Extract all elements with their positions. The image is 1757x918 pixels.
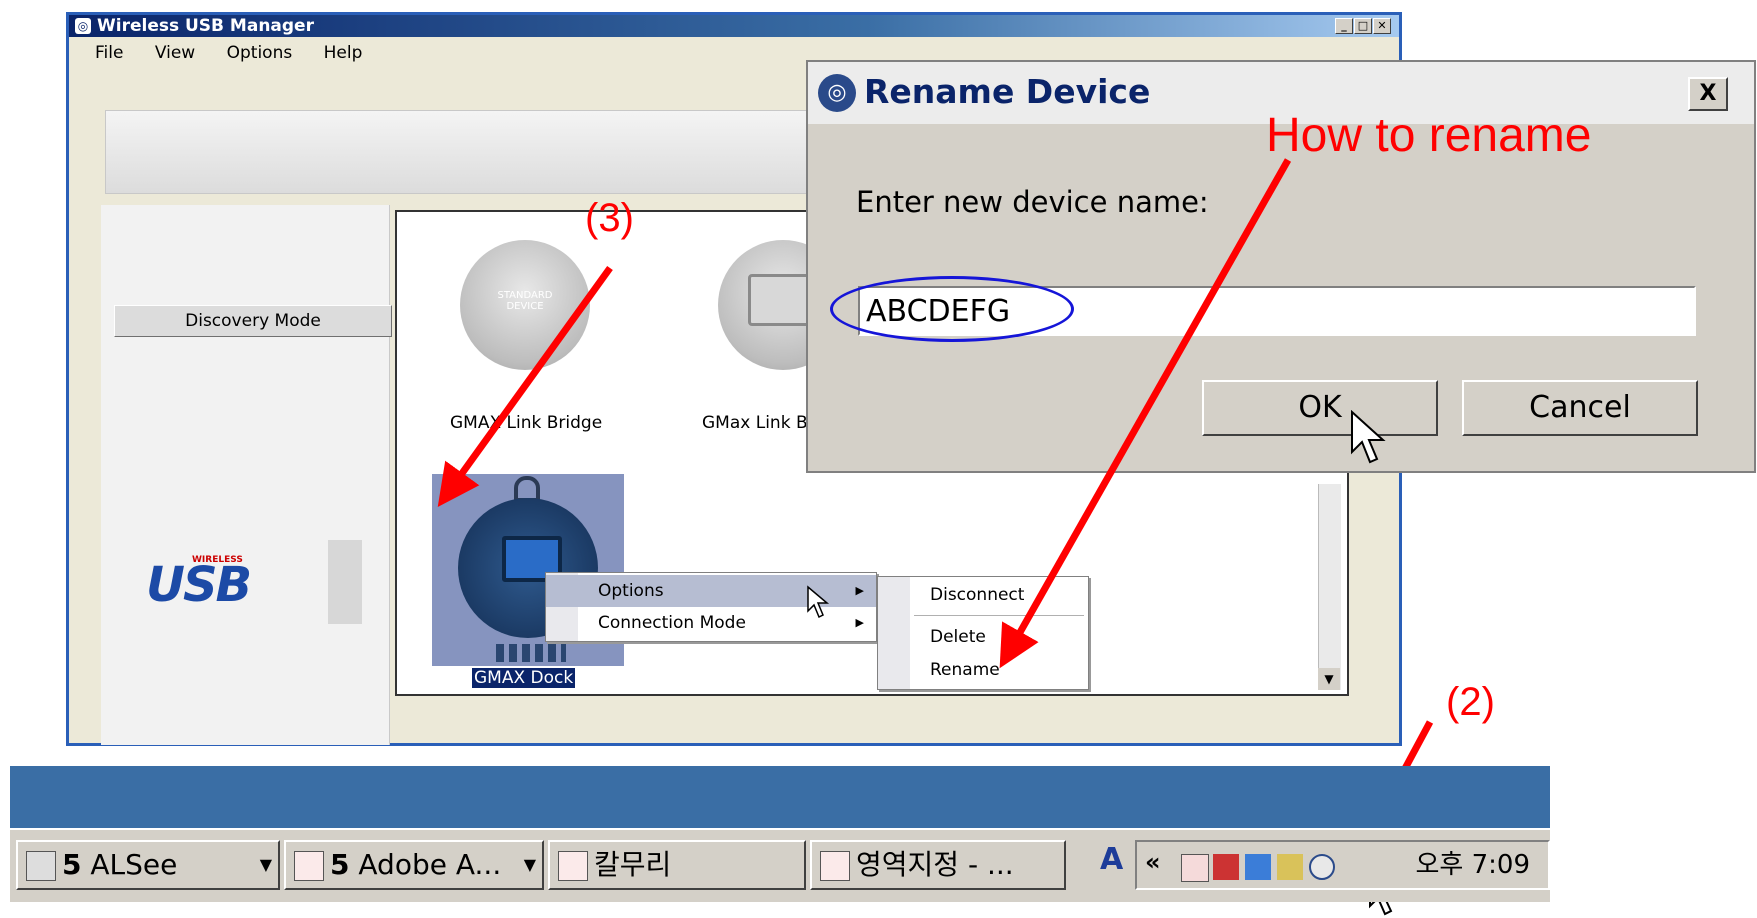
app-icon xyxy=(558,851,588,881)
system-tray: « 오후 7:09 xyxy=(1135,840,1550,890)
group-count: 5 xyxy=(62,848,82,881)
alsee-icon xyxy=(26,851,56,881)
taskbar-button-alsee[interactable]: 5 ALSee ▼ xyxy=(16,840,280,890)
taskbar-button-region[interactable]: 영역지정 - ... xyxy=(810,840,1066,890)
app-icon xyxy=(820,851,850,881)
taskbar-button-label: 칼무리 xyxy=(594,848,672,881)
language-indicator[interactable]: A xyxy=(1100,842,1123,877)
adobe-icon xyxy=(294,851,324,881)
dropdown-arrow-icon: ▼ xyxy=(523,855,536,874)
network-icon[interactable] xyxy=(1245,854,1271,880)
dropdown-arrow-icon: ▼ xyxy=(259,855,272,874)
taskbar-button-kalmuri[interactable]: 칼무리 xyxy=(548,840,806,890)
taskbar-button-label: ALSee xyxy=(90,848,178,881)
mouse-cursor-icon xyxy=(807,585,830,619)
taskbar-button-label: Adobe A... xyxy=(358,848,502,881)
desktop-band xyxy=(10,766,1550,828)
mouse-cursor-icon xyxy=(1351,410,1386,464)
arrow-to-dock xyxy=(437,265,613,508)
arrow-to-rename xyxy=(999,158,1292,669)
network-disconnected-icon[interactable] xyxy=(1213,854,1239,880)
tray-app-icon[interactable] xyxy=(1181,854,1209,882)
taskbar-button-adobe[interactable]: 5 Adobe A... ▼ xyxy=(284,840,544,890)
taskbar: 5 ALSee ▼ 5 Adobe A... ▼ 칼무리 영역지정 - ... … xyxy=(10,828,1550,902)
group-count: 5 xyxy=(330,848,350,881)
tray-expand-icon[interactable]: « xyxy=(1145,848,1161,876)
taskbar-button-label: 영역지정 - ... xyxy=(856,848,1014,881)
clock[interactable]: 오후 7:09 xyxy=(1416,842,1531,888)
wireless-usb-tray-icon[interactable] xyxy=(1309,854,1335,880)
sync-icon[interactable] xyxy=(1277,854,1303,880)
